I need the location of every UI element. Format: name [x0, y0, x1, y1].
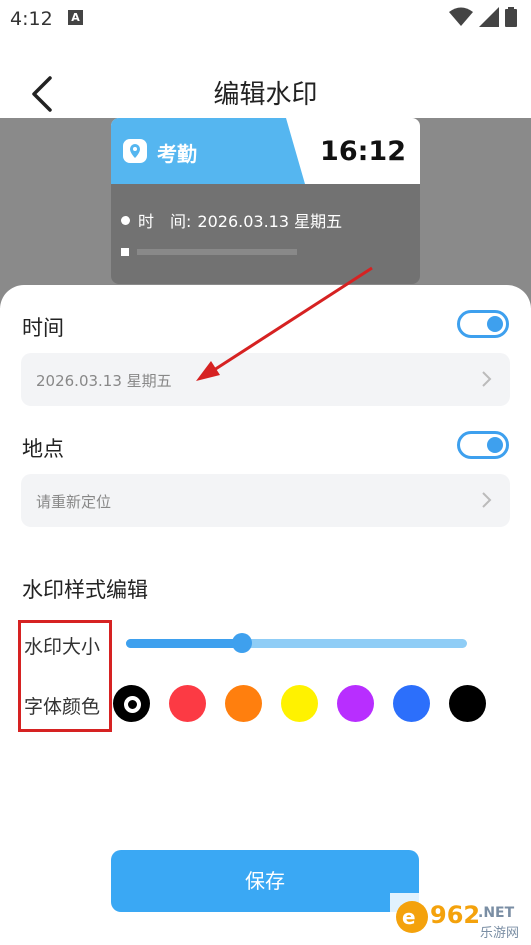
svg-text:.NET: .NET	[478, 905, 515, 921]
annotation-arrow	[196, 266, 373, 381]
svg-text:e: e	[402, 905, 416, 929]
save-button[interactable]: 保存	[111, 850, 419, 912]
site-logo: e 962 .NET 乐游网	[390, 893, 531, 945]
svg-text:962: 962	[430, 901, 480, 929]
svg-text:乐游网: 乐游网	[480, 926, 519, 941]
